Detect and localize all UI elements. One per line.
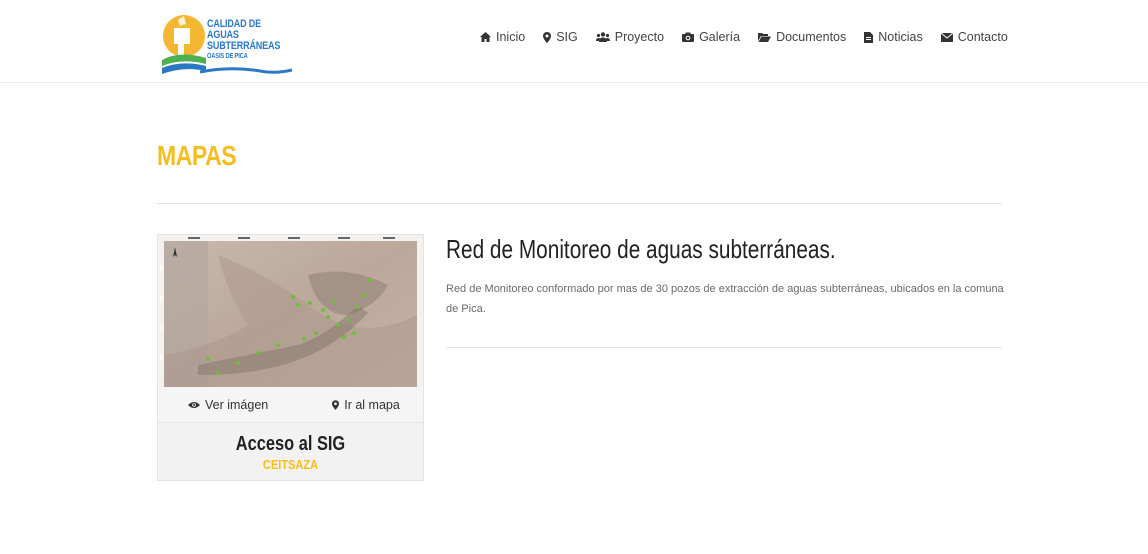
map-marker-icon xyxy=(543,31,552,43)
view-image-link[interactable]: Ver imágen xyxy=(188,398,268,412)
nav-label-proyecto: Proyecto xyxy=(614,30,665,44)
item-title: Red de Monitoreo de aguas subterráneas. xyxy=(446,234,836,264)
nav-label-noticias: Noticias xyxy=(878,30,923,44)
nav-label-galeria: Galería xyxy=(699,30,741,44)
card-footer: Acceso al SIG CEITSAZA xyxy=(158,423,423,480)
folder-open-icon xyxy=(758,32,772,42)
map-marker-icon xyxy=(332,399,340,410)
card-subtitle: CEITSAZA xyxy=(262,457,319,472)
nav-item-sig[interactable]: SIG xyxy=(543,28,578,46)
title-divider xyxy=(157,203,1002,204)
logo-text: CALIDAD DE AGUAS SUBTERRÁNEAS OASIS DE P… xyxy=(207,19,283,61)
nav-item-contacto[interactable]: Contacto xyxy=(940,28,1008,46)
item-description: Red de Monitoreo conformado por mas de 3… xyxy=(446,283,1004,315)
users-icon xyxy=(595,32,610,42)
nav-item-proyecto[interactable]: Proyecto xyxy=(595,28,665,46)
nav-label-contacto: Contacto xyxy=(957,30,1008,44)
map-thumbnail[interactable] xyxy=(158,235,423,387)
go-to-map-label: Ir al mapa xyxy=(344,397,400,412)
nav-item-documentos[interactable]: Documentos xyxy=(758,28,846,46)
site-header: CALIDAD DE AGUAS SUBTERRÁNEAS OASIS DE P… xyxy=(0,0,1148,83)
logo-line-3: OASIS DE PICA xyxy=(207,53,248,60)
nav-label-inicio: Inicio xyxy=(496,30,526,44)
nav-item-inicio[interactable]: Inicio xyxy=(480,28,525,46)
camera-icon xyxy=(682,32,695,42)
envelope-icon xyxy=(940,32,953,42)
page-title: MAPAS xyxy=(157,140,237,171)
logo-line-2: SUBTERRÁNEAS xyxy=(207,40,281,52)
nav-item-galeria[interactable]: Galería xyxy=(682,28,740,46)
nav-label-documentos: Documentos xyxy=(776,30,847,44)
go-to-map-link[interactable]: Ir al mapa xyxy=(332,398,400,412)
satellite-map-image xyxy=(158,235,423,387)
card-actions: Ver imágen Ir al mapa xyxy=(158,387,423,423)
nav-item-noticias[interactable]: Noticias xyxy=(864,28,923,46)
main-nav: Inicio SIG Proyecto Galería Documentos N… xyxy=(480,28,1008,46)
logo-line-1: CALIDAD DE AGUAS xyxy=(207,18,261,41)
eye-icon xyxy=(188,401,200,409)
file-icon xyxy=(864,31,874,43)
view-image-label: Ver imágen xyxy=(205,397,269,412)
item-divider xyxy=(446,347,1002,348)
map-card: Ver imágen Ir al mapa Acceso al SIG CEIT… xyxy=(157,234,424,481)
site-logo[interactable]: CALIDAD DE AGUAS SUBTERRÁNEAS OASIS DE P… xyxy=(160,14,300,76)
home-icon xyxy=(480,32,491,42)
card-title: Acceso al SIG xyxy=(235,433,346,455)
nav-label-sig: SIG xyxy=(556,30,578,44)
